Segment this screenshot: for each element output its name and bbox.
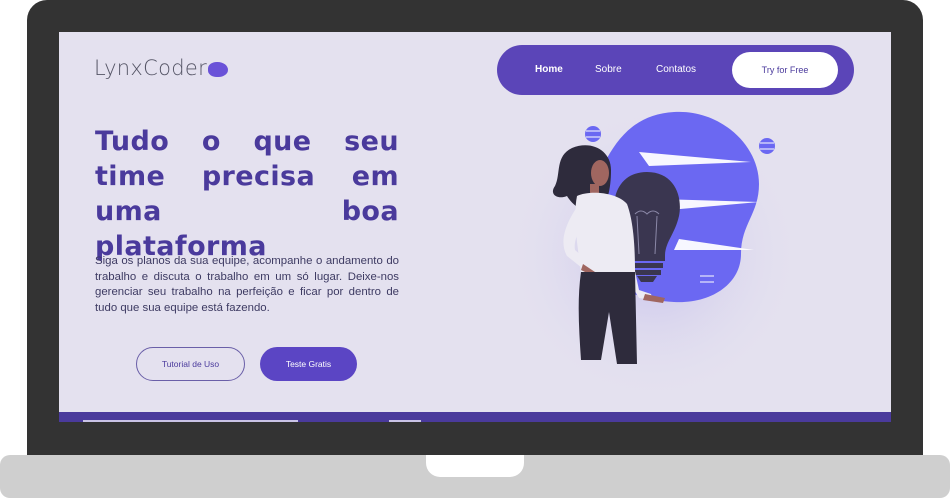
try-for-free-button[interactable]: Try for Free <box>732 52 838 88</box>
brand-logo[interactable]: LynxCoder <box>94 56 229 80</box>
hero-description: Siga os planos da sua equipe, acompanhe … <box>95 255 399 314</box>
tutorial-button[interactable]: Tutorial de Uso <box>136 347 245 381</box>
footer-divider <box>389 420 421 422</box>
nav-item-sobre[interactable]: Sobre <box>595 45 622 95</box>
footer-bar <box>59 412 891 422</box>
nav-item-home[interactable]: Home <box>535 45 563 95</box>
hero-illustration <box>504 104 789 404</box>
hero-headline: Tudo o que seu time precisa em uma boa p… <box>95 126 399 262</box>
free-trial-button[interactable]: Teste Gratis <box>260 347 357 381</box>
floating-dot <box>585 126 601 142</box>
nav-item-contatos[interactable]: Contatos <box>656 45 696 95</box>
laptop-notch <box>426 455 524 477</box>
brand-name: LynxCoder <box>94 56 208 80</box>
floating-dot <box>699 271 715 287</box>
website-screen: LynxCoder Home Sobre Contatos Try for Fr… <box>59 32 891 422</box>
main-nav: Home Sobre Contatos Try for Free <box>497 45 854 95</box>
logo-blob-icon <box>208 61 229 77</box>
floating-dot <box>759 138 775 154</box>
footer-divider <box>83 420 298 422</box>
